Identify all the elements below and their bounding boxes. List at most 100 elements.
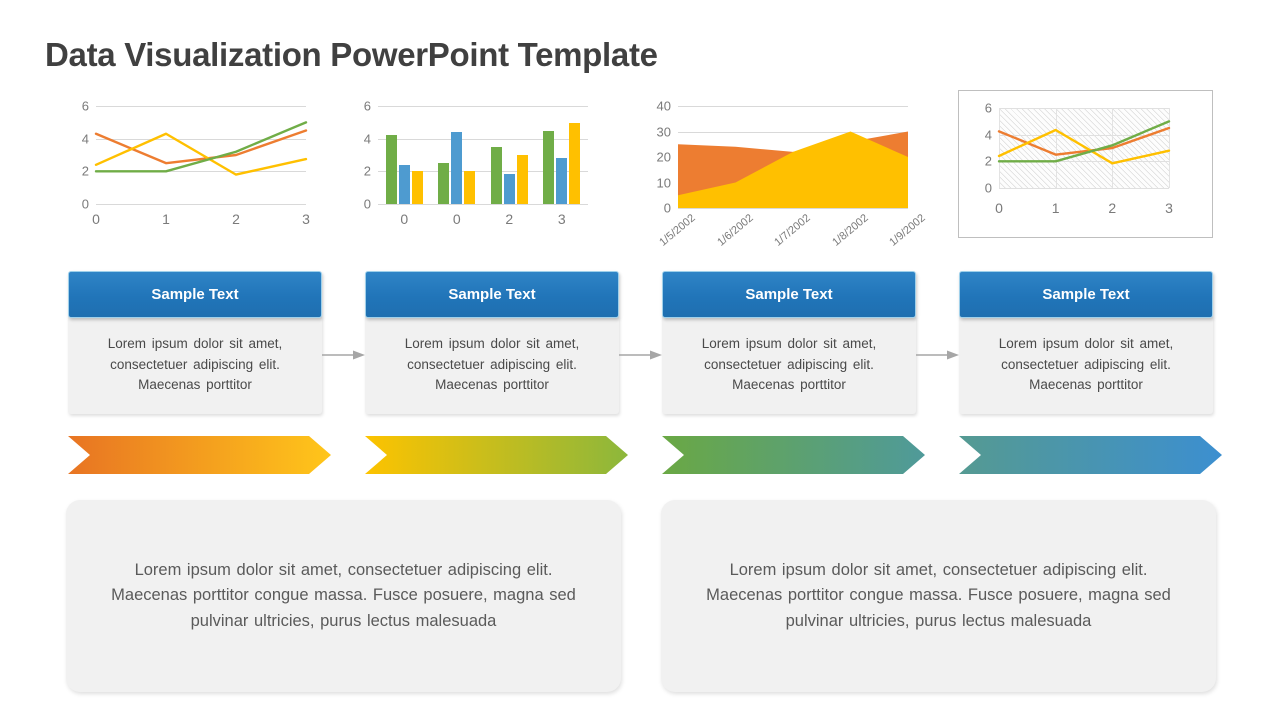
arrow-right-icon [619, 350, 662, 360]
bar [516, 155, 528, 204]
y-axis-tick-label: 4 [81, 131, 89, 147]
process-card-1-heading[interactable]: Sample Text [68, 271, 322, 318]
chevron-bar-1[interactable] [68, 436, 331, 474]
line-chart-framed-plot: 0 2 4 6 0 1 2 3 [985, 101, 1173, 217]
y-axis-tick-label: 20 [656, 149, 671, 165]
x-axis-tick-label: 2 [1108, 200, 1117, 216]
bar [398, 164, 410, 204]
chevron-shape [68, 436, 331, 474]
line-chart-plot: 0 2 4 6 0 1 2 3 [82, 99, 310, 228]
chevron-bar-4[interactable] [959, 436, 1222, 474]
line-series [94, 132, 308, 176]
y-gridline [378, 204, 588, 205]
y-axis-tick-label: 0 [81, 196, 89, 212]
process-card-4-body: Lorem ipsum dolor sit amet, consectetuer… [959, 316, 1213, 414]
process-card-1-body-text: Lorem ipsum dolor sit amet, consectetuer… [107, 336, 283, 393]
x-axis-tick-label: 0 [92, 211, 100, 227]
y-axis-tick-label: 10 [656, 175, 671, 190]
process-card-4[interactable]: Sample Text Lorem ipsum dolor sit amet, … [959, 271, 1213, 414]
x-axis-tick-label: 3 [302, 211, 310, 227]
area-series-group [678, 131, 908, 208]
y-axis-tick-label: 6 [984, 100, 992, 116]
y-gridline [678, 208, 908, 209]
y-axis-tick-label: 0 [984, 180, 992, 196]
bottom-text-box-2: Lorem ipsum dolor sit amet, consectetuer… [661, 500, 1216, 692]
bar [385, 134, 397, 204]
process-card-2-heading[interactable]: Sample Text [365, 271, 619, 318]
process-card-1-body: Lorem ipsum dolor sit amet, consectetuer… [68, 316, 322, 414]
connector-arrow-3 [916, 349, 959, 361]
chevron-bar-3[interactable] [662, 436, 925, 474]
x-axis-tick-label: 0 [995, 200, 1003, 216]
bar-chart: 0 2 4 6 0 0 2 3 [364, 99, 588, 227]
connector-arrow-1 [322, 349, 365, 361]
bar [569, 123, 581, 204]
line-chart-framed: 0 2 4 6 0 1 2 3 [958, 90, 1213, 238]
line-series-group [94, 121, 308, 176]
process-card-1[interactable]: Sample Text Lorem ipsum dolor sit amet, … [68, 271, 322, 414]
y-axis-tick-label: 2 [984, 153, 992, 169]
chevron-bar-2[interactable] [365, 436, 628, 474]
bottom-text-box-1-text: Lorem ipsum dolor sit amet, consectetuer… [111, 560, 576, 630]
process-card-3-heading[interactable]: Sample Text [662, 271, 916, 318]
y-gridline [999, 188, 1169, 189]
y-axis-tick-label: 4 [363, 131, 371, 147]
page-title: Data Visualization PowerPoint Template [45, 36, 658, 73]
x-gridline [1169, 108, 1170, 188]
x-axis-tick-label: 2 [505, 211, 514, 227]
x-axis-tick-label: 1/5/2002 [657, 212, 698, 249]
line-series-group [997, 120, 1171, 165]
bar [503, 173, 515, 204]
process-card-3[interactable]: Sample Text Lorem ipsum dolor sit amet, … [662, 271, 916, 414]
bar-chart-plot: 0 2 4 6 0 0 2 3 [364, 99, 588, 227]
chevron-shape [959, 436, 1222, 474]
bottom-text-box-2-text: Lorem ipsum dolor sit amet, consectetuer… [706, 560, 1171, 630]
y-gridline [96, 204, 306, 205]
chevron-polygon [662, 436, 925, 474]
y-axis-tick-label: 30 [656, 124, 671, 139]
x-axis-tick-label: 0 [400, 211, 409, 227]
process-card-4-heading-label: Sample Text [1042, 286, 1130, 303]
process-card-3-body: Lorem ipsum dolor sit amet, consectetuer… [662, 316, 916, 414]
x-axis-tick-label: 1/8/2002 [829, 212, 871, 249]
y-axis-tick-label: 2 [81, 163, 89, 179]
x-axis-tick-label: 1/6/2002 [714, 212, 756, 249]
process-card-4-body-text: Lorem ipsum dolor sit amet, consectetuer… [998, 336, 1174, 393]
slide-canvas: Data Visualization PowerPoint Template 0… [0, 0, 1280, 720]
x-axis-tick-label: 0 [452, 211, 461, 227]
x-axis-tick-label: 1/9/2002 [887, 212, 928, 249]
y-gridline [378, 106, 588, 107]
y-axis-tick-label: 6 [363, 98, 371, 114]
chevron-polygon [68, 436, 331, 474]
chevron-polygon [365, 436, 628, 474]
y-axis-tick-label: 0 [663, 200, 671, 216]
chevron-polygon [959, 436, 1222, 474]
bar [464, 170, 476, 204]
chevron-shape [365, 436, 628, 474]
process-card-2[interactable]: Sample Text Lorem ipsum dolor sit amet, … [365, 271, 619, 414]
x-axis-tick-label: 1 [1051, 200, 1060, 216]
y-axis-tick-label: 4 [984, 127, 992, 143]
y-axis-tick-label: 40 [656, 98, 671, 114]
y-gridline [378, 138, 588, 140]
connector-arrow-2 [619, 349, 662, 361]
y-axis-tick-label: 2 [363, 163, 371, 179]
process-card-1-heading-label: Sample Text [151, 286, 239, 303]
bar [411, 171, 423, 204]
x-axis-tick-label: 3 [557, 211, 566, 227]
area-chart-plot: 0 10 20 30 40 1/5/2002 1/6/2002 1/7/2002 1/8/200… [657, 99, 928, 249]
line-chart: 0 2 4 6 0 1 2 3 [82, 99, 310, 228]
process-card-2-heading-label: Sample Text [448, 286, 536, 303]
bar [451, 132, 463, 204]
x-axis-tick-label: 1 [162, 211, 170, 227]
x-axis-tick-label: 1/7/2002 [772, 212, 813, 249]
process-card-2-body-text: Lorem ipsum dolor sit amet, consectetuer… [404, 336, 580, 393]
chevron-shape [662, 436, 925, 474]
area-chart: 0 10 20 30 40 1/5/2002 1/6/2002 1/7/2002 1/8/200… [657, 99, 928, 249]
arrow-right-icon [916, 350, 959, 360]
line-series [997, 128, 1171, 165]
y-axis-tick-label: 6 [81, 98, 89, 114]
process-card-4-heading[interactable]: Sample Text [959, 271, 1213, 318]
bar [438, 163, 450, 204]
x-axis-tick-label: 2 [232, 211, 240, 227]
